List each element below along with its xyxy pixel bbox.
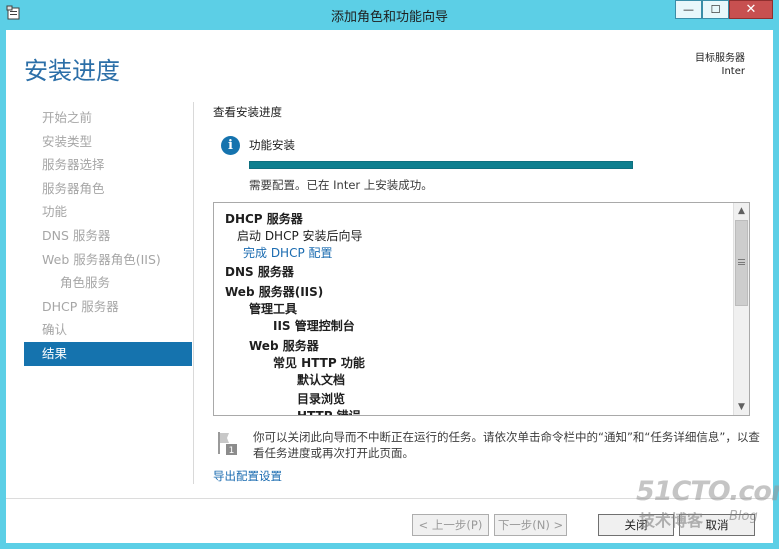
notice-text: 你可以关闭此向导而不中断正在运行的任务。请依次单击命令栏中的“通知”和“任务详细… <box>253 430 760 460</box>
nav-step[interactable]: 确认 <box>24 318 192 342</box>
grip-icon <box>738 259 745 265</box>
watermark-blog: Blog <box>729 509 758 524</box>
result-link[interactable]: 完成 DHCP 配置 <box>243 244 333 261</box>
install-status-text: 需要配置。已在 Inter 上安装成功。 <box>249 178 433 192</box>
result-item: 管理工具 <box>249 302 298 316</box>
progress-fill <box>250 162 632 168</box>
target-server: 目标服务器 Inter <box>695 52 745 78</box>
result-item: HTTP 错误 <box>297 407 361 415</box>
result-item: IIS 管理控制台 <box>273 319 355 333</box>
maximize-button[interactable]: ☐ <box>702 0 729 19</box>
result-item: DHCP 服务器 <box>225 212 303 226</box>
export-settings-link[interactable]: 导出配置设置 <box>213 468 282 484</box>
result-item: 目录浏览 <box>297 392 346 406</box>
svg-text:1: 1 <box>229 446 235 456</box>
result-item: 常见 HTTP 功能 <box>273 356 365 370</box>
result-item: 启动 DHCP 安装后向导 <box>237 229 363 243</box>
previous-button[interactable]: < 上一步(P) <box>412 514 489 536</box>
wizard-steps-nav: 开始之前 安装类型 服务器选择 服务器角色 功能 DNS 服务器 Web 服务器角色(IIS… <box>24 106 192 366</box>
nav-step[interactable]: 结果 <box>24 341 192 366</box>
nav-step[interactable]: 功能 <box>24 200 192 224</box>
minimize-icon: — <box>683 3 694 16</box>
watermark-logo: 51CTO.com <box>636 476 779 507</box>
results-list[interactable]: DHCP 服务器启动 DHCP 安装后向导 完成 DHCP 配置 DNS 服务器 We… <box>213 202 750 416</box>
nav-step[interactable]: 安装类型 <box>24 130 192 154</box>
nav-step[interactable]: 角色服务 <box>24 271 192 295</box>
result-item: Web 服务器(IIS) <box>225 285 324 299</box>
close-icon: ✕ <box>745 2 757 17</box>
next-button[interactable]: 下一步(N) > <box>494 514 567 536</box>
nav-step[interactable]: DHCP 服务器 <box>24 295 192 319</box>
title-bar[interactable]: 添加角色和功能向导 — ☐ ✕ <box>0 0 779 30</box>
page-title: 安装进度 <box>24 57 120 85</box>
feature-install-label: 功能安装 <box>249 138 295 152</box>
result-item: Web 服务器 <box>249 339 319 353</box>
scroll-down-arrow-icon[interactable]: ▼ <box>734 399 749 415</box>
nav-step[interactable]: 服务器选择 <box>24 153 192 177</box>
scroll-up-arrow-icon[interactable]: ▲ <box>734 203 749 219</box>
results-list-content: DHCP 服务器启动 DHCP 安装后向导 完成 DHCP 配置 DNS 服务器 We… <box>214 203 733 415</box>
target-server-label: 目标服务器 <box>695 53 745 64</box>
nav-step[interactable]: DNS 服务器 <box>24 224 192 248</box>
results-scrollbar[interactable]: ▲ ▼ <box>733 203 749 415</box>
install-progress-bar <box>249 161 633 169</box>
nav-step[interactable]: Web 服务器角色(IIS) <box>24 248 192 272</box>
result-item: DNS 服务器 <box>225 265 294 279</box>
nav-step[interactable]: 服务器角色 <box>24 177 192 201</box>
minimize-button[interactable]: — <box>675 0 702 19</box>
result-item: 默认文档 <box>297 373 346 387</box>
scrollbar-thumb[interactable] <box>735 220 748 306</box>
section-heading: 查看安装进度 <box>213 105 282 119</box>
target-server-value: Inter <box>721 66 745 77</box>
close-window-button[interactable]: ✕ <box>729 0 773 19</box>
nav-divider <box>193 102 194 484</box>
info-icon: i <box>221 136 240 155</box>
notification-flag-icon: 1 <box>218 432 237 456</box>
wizard-body: 安装进度 目标服务器 Inter 开始之前 安装类型 服务器选择 服务器角色 功能 DNS… <box>6 30 773 543</box>
site-watermark: 51CTO.com 技术博客 Blog <box>636 476 779 536</box>
window-title: 添加角色和功能向导 <box>330 10 448 25</box>
maximize-icon: ☐ <box>710 3 721 16</box>
nav-step[interactable]: 开始之前 <box>24 106 192 130</box>
watermark-subtitle: 技术博客 <box>639 511 704 530</box>
